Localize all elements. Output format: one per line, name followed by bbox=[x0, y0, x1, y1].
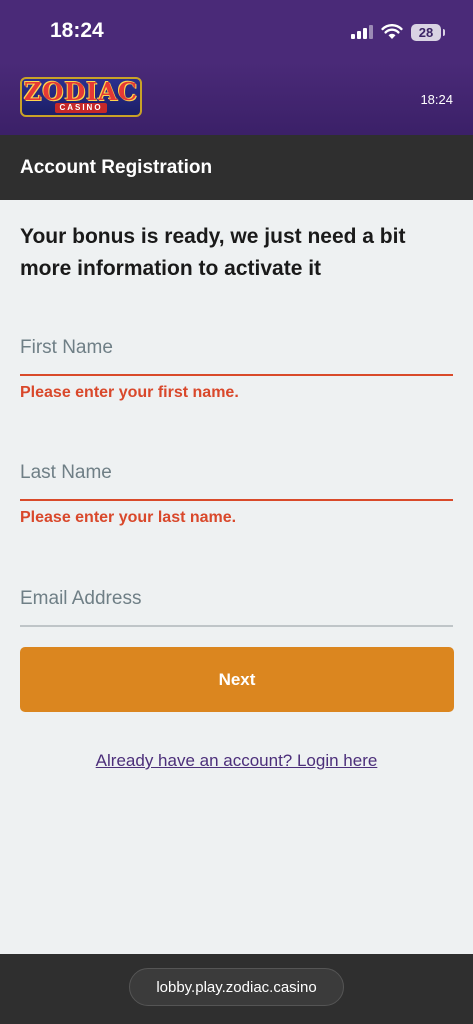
last-name-field[interactable] bbox=[20, 447, 453, 501]
first-name-group: Please enter your first name. bbox=[20, 322, 453, 402]
url-bar[interactable]: lobby.play.zodiac.casino bbox=[129, 968, 344, 1006]
last-name-error: Please enter your last name. bbox=[20, 509, 237, 526]
battery-icon: 28 bbox=[411, 23, 445, 41]
status-time: 18:24 bbox=[50, 19, 104, 42]
browser-bottom-bar: lobby.play.zodiac.casino bbox=[0, 954, 473, 1024]
app-header: ZODIAC CASINO 18:24 bbox=[0, 62, 473, 135]
battery-level: 28 bbox=[418, 24, 434, 40]
wifi-icon bbox=[381, 24, 403, 39]
last-name-group: Please enter your last name. bbox=[20, 447, 453, 527]
zodiac-casino-logo[interactable]: ZODIAC CASINO bbox=[20, 77, 142, 117]
email-group bbox=[20, 573, 453, 627]
page-title: Account Registration bbox=[20, 157, 213, 178]
signal-icon bbox=[351, 25, 373, 39]
email-field[interactable] bbox=[20, 573, 453, 627]
next-button[interactable]: Next bbox=[20, 647, 454, 712]
logo-subtitle: CASINO bbox=[55, 103, 107, 113]
first-name-field[interactable] bbox=[20, 322, 453, 376]
title-bar: Account Registration bbox=[0, 135, 473, 200]
first-name-error: Please enter your first name. bbox=[20, 384, 239, 401]
status-bar: 18:24 28 bbox=[0, 0, 473, 62]
header-clock: 18:24 bbox=[420, 92, 453, 107]
logo-wordmark: ZODIAC bbox=[23, 77, 139, 106]
status-icons: 28 bbox=[351, 22, 445, 42]
url-text: lobby.play.zodiac.casino bbox=[156, 978, 317, 996]
login-link[interactable]: Already have an account? Login here bbox=[0, 751, 473, 771]
registration-form: Your bonus is ready, we just need a bit … bbox=[0, 200, 473, 954]
bonus-intro-text: Your bonus is ready, we just need a bit … bbox=[20, 225, 406, 280]
